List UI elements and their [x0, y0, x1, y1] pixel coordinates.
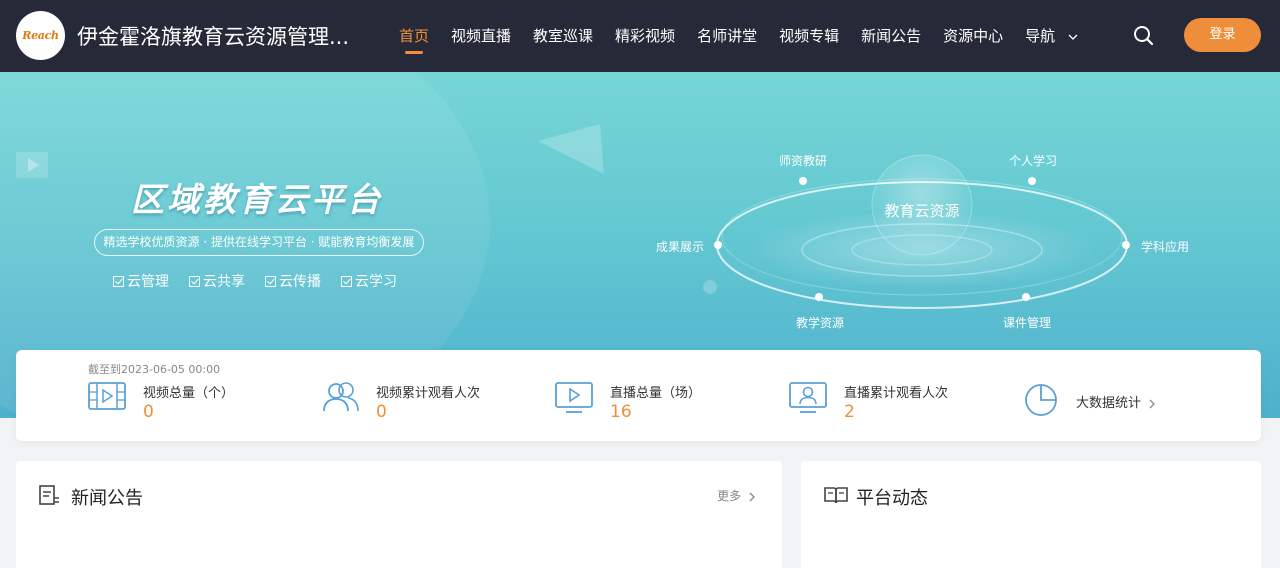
stats-card: 截至到2023-06-05 00:00 视频总量（个） 0 视频累计观看人次 0 — [16, 350, 1261, 441]
orbit-node-label: 教学资源 — [796, 316, 845, 330]
login-button[interactable]: 登录 — [1184, 18, 1261, 52]
dynamics-panel-title: 平台动态 — [856, 488, 928, 509]
stat-video-views: 视频累计观看人次 0 — [321, 380, 521, 426]
nav-item-teacher-lecture[interactable]: 名师讲堂 — [686, 0, 768, 72]
stat-value: 0 — [376, 402, 387, 422]
platform-dynamics-panel: 平台动态 — [801, 461, 1261, 568]
stat-label: 直播累计观看人次 — [844, 386, 949, 401]
users-icon — [323, 382, 359, 412]
tag-label: 云传播 — [279, 274, 321, 290]
top-navbar: Reach 伊金霍洛旗教育云资源管理... 首页 视频直播 教室巡课 精彩视频 … — [0, 0, 1280, 72]
orbit-node-label: 师资教研 — [779, 154, 828, 168]
video-film-icon — [88, 382, 126, 410]
site-logo[interactable]: Reach — [16, 11, 65, 60]
nav-item-live-video[interactable]: 视频直播 — [440, 0, 522, 72]
checkbox-icon — [189, 275, 200, 287]
chevron-down-icon — [1068, 34, 1078, 40]
tag-label: 云学习 — [355, 274, 397, 290]
site-title[interactable]: 伊金霍洛旗教育云资源管理... — [77, 21, 349, 51]
bigdata-text: 大数据统计 — [1076, 396, 1142, 411]
more-label: 更多 — [717, 489, 742, 503]
nav-item-home[interactable]: 首页 — [388, 0, 440, 72]
banner-tag: 云共享 — [189, 271, 245, 291]
orbit-node-label: 课件管理 — [1003, 316, 1052, 330]
stat-video-total: 视频总量（个） 0 — [88, 380, 288, 426]
bigdata-label: 大数据统计 — [1076, 392, 1156, 411]
stat-label: 视频总量（个） — [143, 386, 235, 401]
nav-item-navigation-dropdown[interactable]: 导航 — [1014, 0, 1089, 72]
orbit-node-label: 成果展示 — [656, 240, 705, 254]
orbit-center-label: 教育云资源 — [884, 202, 960, 220]
orbit-node-label: 个人学习 — [1009, 154, 1058, 168]
nav-item-video-album[interactable]: 视频专辑 — [768, 0, 850, 72]
banner-tag: 云传播 — [265, 271, 321, 291]
nav-navigation-label: 导航 — [1025, 27, 1056, 45]
stat-value: 2 — [844, 402, 855, 422]
nav-item-news[interactable]: 新闻公告 — [850, 0, 932, 72]
open-book-icon — [824, 487, 848, 504]
main-nav: 首页 视频直播 教室巡课 精彩视频 名师讲堂 视频专辑 新闻公告 资源中心 导航 — [388, 0, 1089, 72]
banner-tag: 云管理 — [113, 271, 169, 291]
banner-tag: 云学习 — [341, 271, 397, 291]
checkbox-icon — [265, 275, 276, 287]
pie-chart-icon — [1025, 384, 1057, 416]
nav-item-featured-video[interactable]: 精彩视频 — [604, 0, 686, 72]
news-panel: 新闻公告 更多 — [16, 461, 782, 568]
stat-value: 0 — [143, 402, 154, 422]
banner-tags: 云管理 云共享 云传播 云学习 — [113, 271, 397, 291]
document-list-icon — [39, 485, 59, 505]
orbit-node-label: 学科应用 — [1141, 240, 1190, 254]
checkbox-icon — [341, 275, 352, 287]
banner-subtitle: 精选学校优质资源 · 提供在线学习平台 · 赋能教育均衡发展 — [94, 229, 424, 256]
logo-text: Reach — [22, 29, 59, 42]
stats-timestamp: 截至到2023-06-05 00:00 — [88, 363, 221, 376]
tag-label: 云管理 — [127, 274, 169, 290]
tag-label: 云共享 — [203, 274, 245, 290]
nav-item-resource-center[interactable]: 资源中心 — [932, 0, 1014, 72]
nav-item-classroom-patrol[interactable]: 教室巡课 — [522, 0, 604, 72]
viewer-monitor-icon — [789, 382, 827, 413]
checkbox-icon — [113, 275, 124, 287]
bigdata-stats-link[interactable]: 大数据统计 — [1024, 380, 1174, 420]
live-screen-icon — [555, 382, 593, 413]
stat-label: 视频累计观看人次 — [376, 386, 481, 401]
chevron-right-icon — [749, 492, 755, 501]
chevron-right-icon — [1149, 399, 1156, 408]
stat-live-total: 直播总量（场） 16 — [555, 380, 755, 426]
news-panel-title: 新闻公告 — [71, 488, 143, 509]
stat-value: 16 — [610, 402, 632, 422]
news-more-link[interactable]: 更多 — [717, 487, 756, 504]
search-icon[interactable] — [1131, 23, 1157, 49]
stat-live-views: 直播累计观看人次 2 — [789, 380, 989, 426]
banner-title: 区域教育云平台 — [131, 180, 383, 219]
stat-label: 直播总量（场） — [610, 386, 702, 401]
